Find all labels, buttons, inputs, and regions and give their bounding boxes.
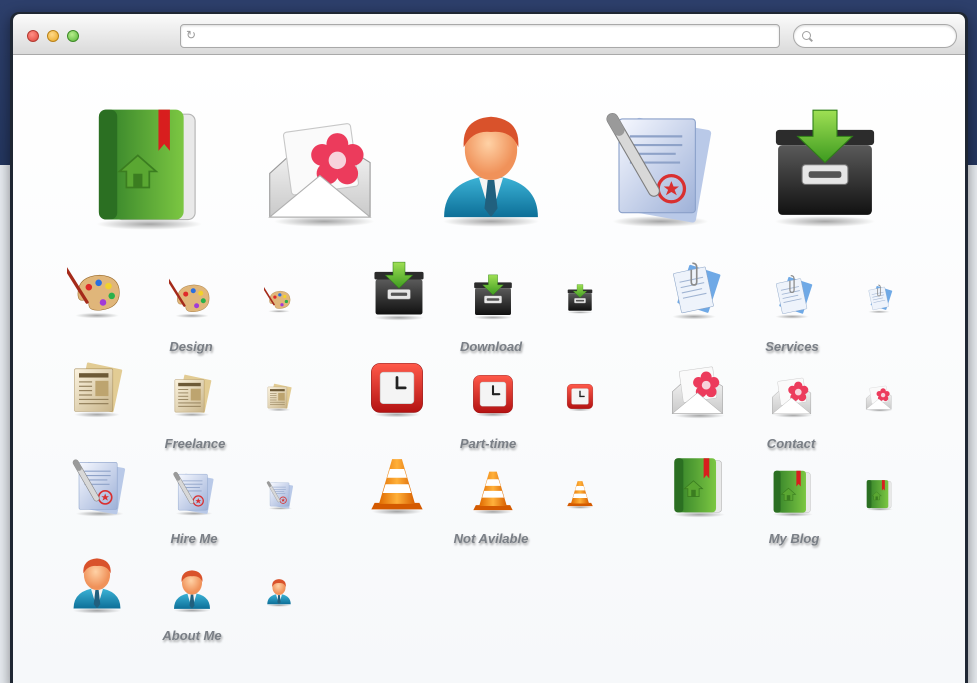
inbox-download-icon <box>765 105 885 231</box>
search-icon <box>802 31 811 40</box>
traffic-cone-icon <box>367 456 427 518</box>
love-mail-icon <box>864 381 894 413</box>
group-label: Hire Me <box>170 531 218 546</box>
inbox-download-icon <box>369 260 429 322</box>
clock-icon <box>565 381 595 413</box>
group-label: About Me <box>162 628 222 643</box>
user-icon <box>264 576 294 608</box>
contract-icon <box>169 469 215 517</box>
page-content: Design Download Services Freelance Part-… <box>13 55 965 683</box>
address-book-icon <box>87 105 207 231</box>
group-label: Freelance <box>164 436 226 451</box>
documents-icon <box>664 260 724 322</box>
user-icon <box>169 566 215 614</box>
group-label: My Blog <box>768 531 820 546</box>
traffic-cone-icon <box>565 479 595 511</box>
clock-icon <box>367 358 427 420</box>
love-mail-icon <box>668 358 728 420</box>
group-label: Part-time <box>459 436 517 451</box>
reload-icon[interactable]: ↻ <box>186 28 196 42</box>
title-bar: ↻ <box>13 14 965 55</box>
inbox-download-icon <box>470 273 516 321</box>
user-icon <box>431 105 551 231</box>
newspaper-icon <box>264 381 294 413</box>
palette-icon <box>67 260 127 322</box>
search-bar[interactable] <box>793 24 957 48</box>
traffic-cone-icon <box>470 469 516 517</box>
palette-icon <box>264 283 294 315</box>
zoom-button[interactable] <box>67 30 79 42</box>
contract-icon <box>264 479 294 511</box>
group-label: Design <box>169 339 213 354</box>
contract-icon <box>595 105 715 231</box>
contract-icon <box>67 456 127 518</box>
group-label: Download <box>459 339 523 354</box>
newspaper-icon <box>169 371 215 419</box>
inbox-download-icon <box>565 283 595 315</box>
newspaper-icon <box>67 358 127 420</box>
minimize-button[interactable] <box>47 30 59 42</box>
documents-icon <box>769 273 815 321</box>
group-label: Not Avilable <box>453 531 529 546</box>
address-bar[interactable]: ↻ <box>180 24 780 48</box>
close-button[interactable] <box>27 30 39 42</box>
group-label: Contact <box>766 436 816 451</box>
love-mail-icon <box>769 371 815 419</box>
user-icon <box>67 553 127 615</box>
documents-icon <box>864 283 894 315</box>
address-book-icon <box>769 469 815 517</box>
address-input[interactable] <box>203 27 773 45</box>
clock-icon <box>470 371 516 419</box>
love-mail-icon <box>261 105 381 231</box>
address-book-icon <box>668 456 728 518</box>
search-input[interactable] <box>818 27 950 45</box>
address-book-icon <box>864 479 894 511</box>
browser-window: ↻ Design Download Services Freelance Par… <box>10 12 968 683</box>
group-label: Services <box>765 339 819 354</box>
palette-icon <box>169 273 215 321</box>
